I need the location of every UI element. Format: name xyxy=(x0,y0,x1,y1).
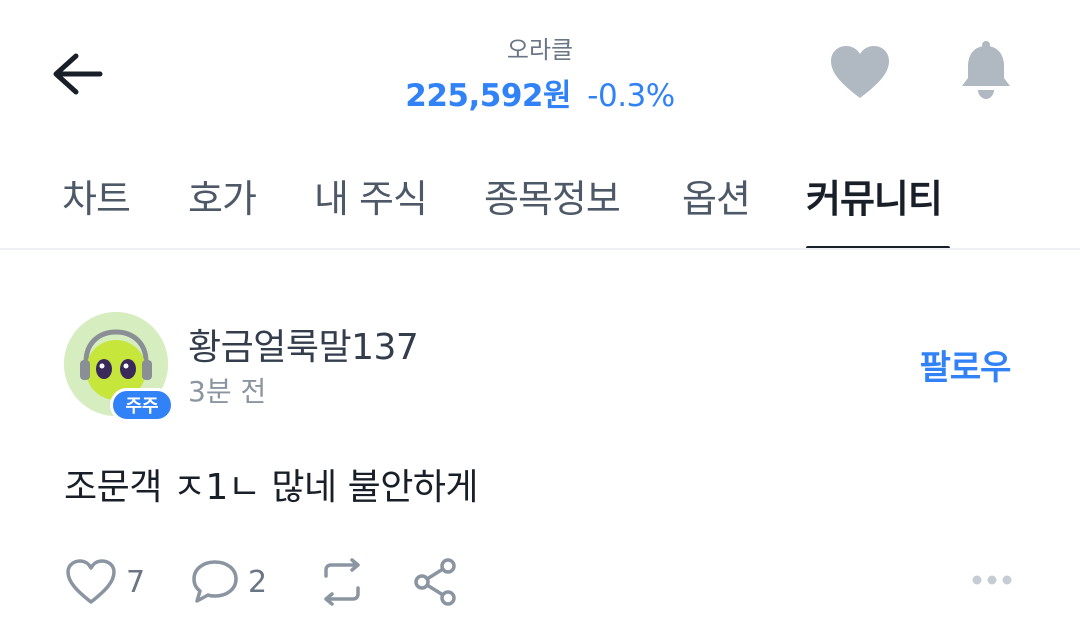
more-horizontal-icon xyxy=(972,575,1012,585)
like-button[interactable]: 7 xyxy=(64,556,145,608)
tab-chart[interactable]: 차트 xyxy=(62,168,131,223)
tab-bar: 차트 호가 내 주식 종목정보 옵션 커뮤니티 xyxy=(0,160,1080,250)
post-body: 조문객 ㅈ1ㄴ 많네 불안하게 xyxy=(64,467,479,508)
repost-icon xyxy=(324,558,360,606)
heart-outline-icon xyxy=(66,559,116,604)
tab-community[interactable]: 커뮤니티 xyxy=(806,168,943,223)
tab-stock-info[interactable]: 종목정보 xyxy=(484,168,621,223)
alarm-button[interactable] xyxy=(954,38,1018,104)
stock-change: -0.3% xyxy=(587,78,675,114)
share-button[interactable] xyxy=(410,556,460,608)
comment-icon xyxy=(192,560,238,603)
tabs-divider xyxy=(0,248,1080,250)
stock-price: 225,592원 xyxy=(405,78,571,114)
like-count: 7 xyxy=(126,564,146,600)
comment-count: 2 xyxy=(248,564,268,600)
favorite-button[interactable] xyxy=(826,40,894,104)
stock-price-row: 225,592원 -0.3% xyxy=(0,70,1080,115)
stock-name: 오라클 xyxy=(506,36,574,64)
repost-button[interactable] xyxy=(314,556,370,608)
heart-icon xyxy=(831,46,889,98)
tab-options[interactable]: 옵션 xyxy=(682,168,751,223)
more-options-button[interactable] xyxy=(964,562,1020,598)
tab-my-stock[interactable]: 내 주식 xyxy=(314,168,428,223)
post-time: 3분 전 xyxy=(188,375,267,408)
shareholder-badge: 주주 xyxy=(110,388,174,422)
author-name[interactable]: 황금얼룩말137 xyxy=(188,318,419,370)
comment-button[interactable]: 2 xyxy=(190,556,267,608)
share-icon xyxy=(414,558,456,606)
bell-icon xyxy=(962,41,1010,99)
tab-orderbook[interactable]: 호가 xyxy=(188,168,257,223)
follow-button[interactable]: 팔로우 xyxy=(900,340,1030,388)
